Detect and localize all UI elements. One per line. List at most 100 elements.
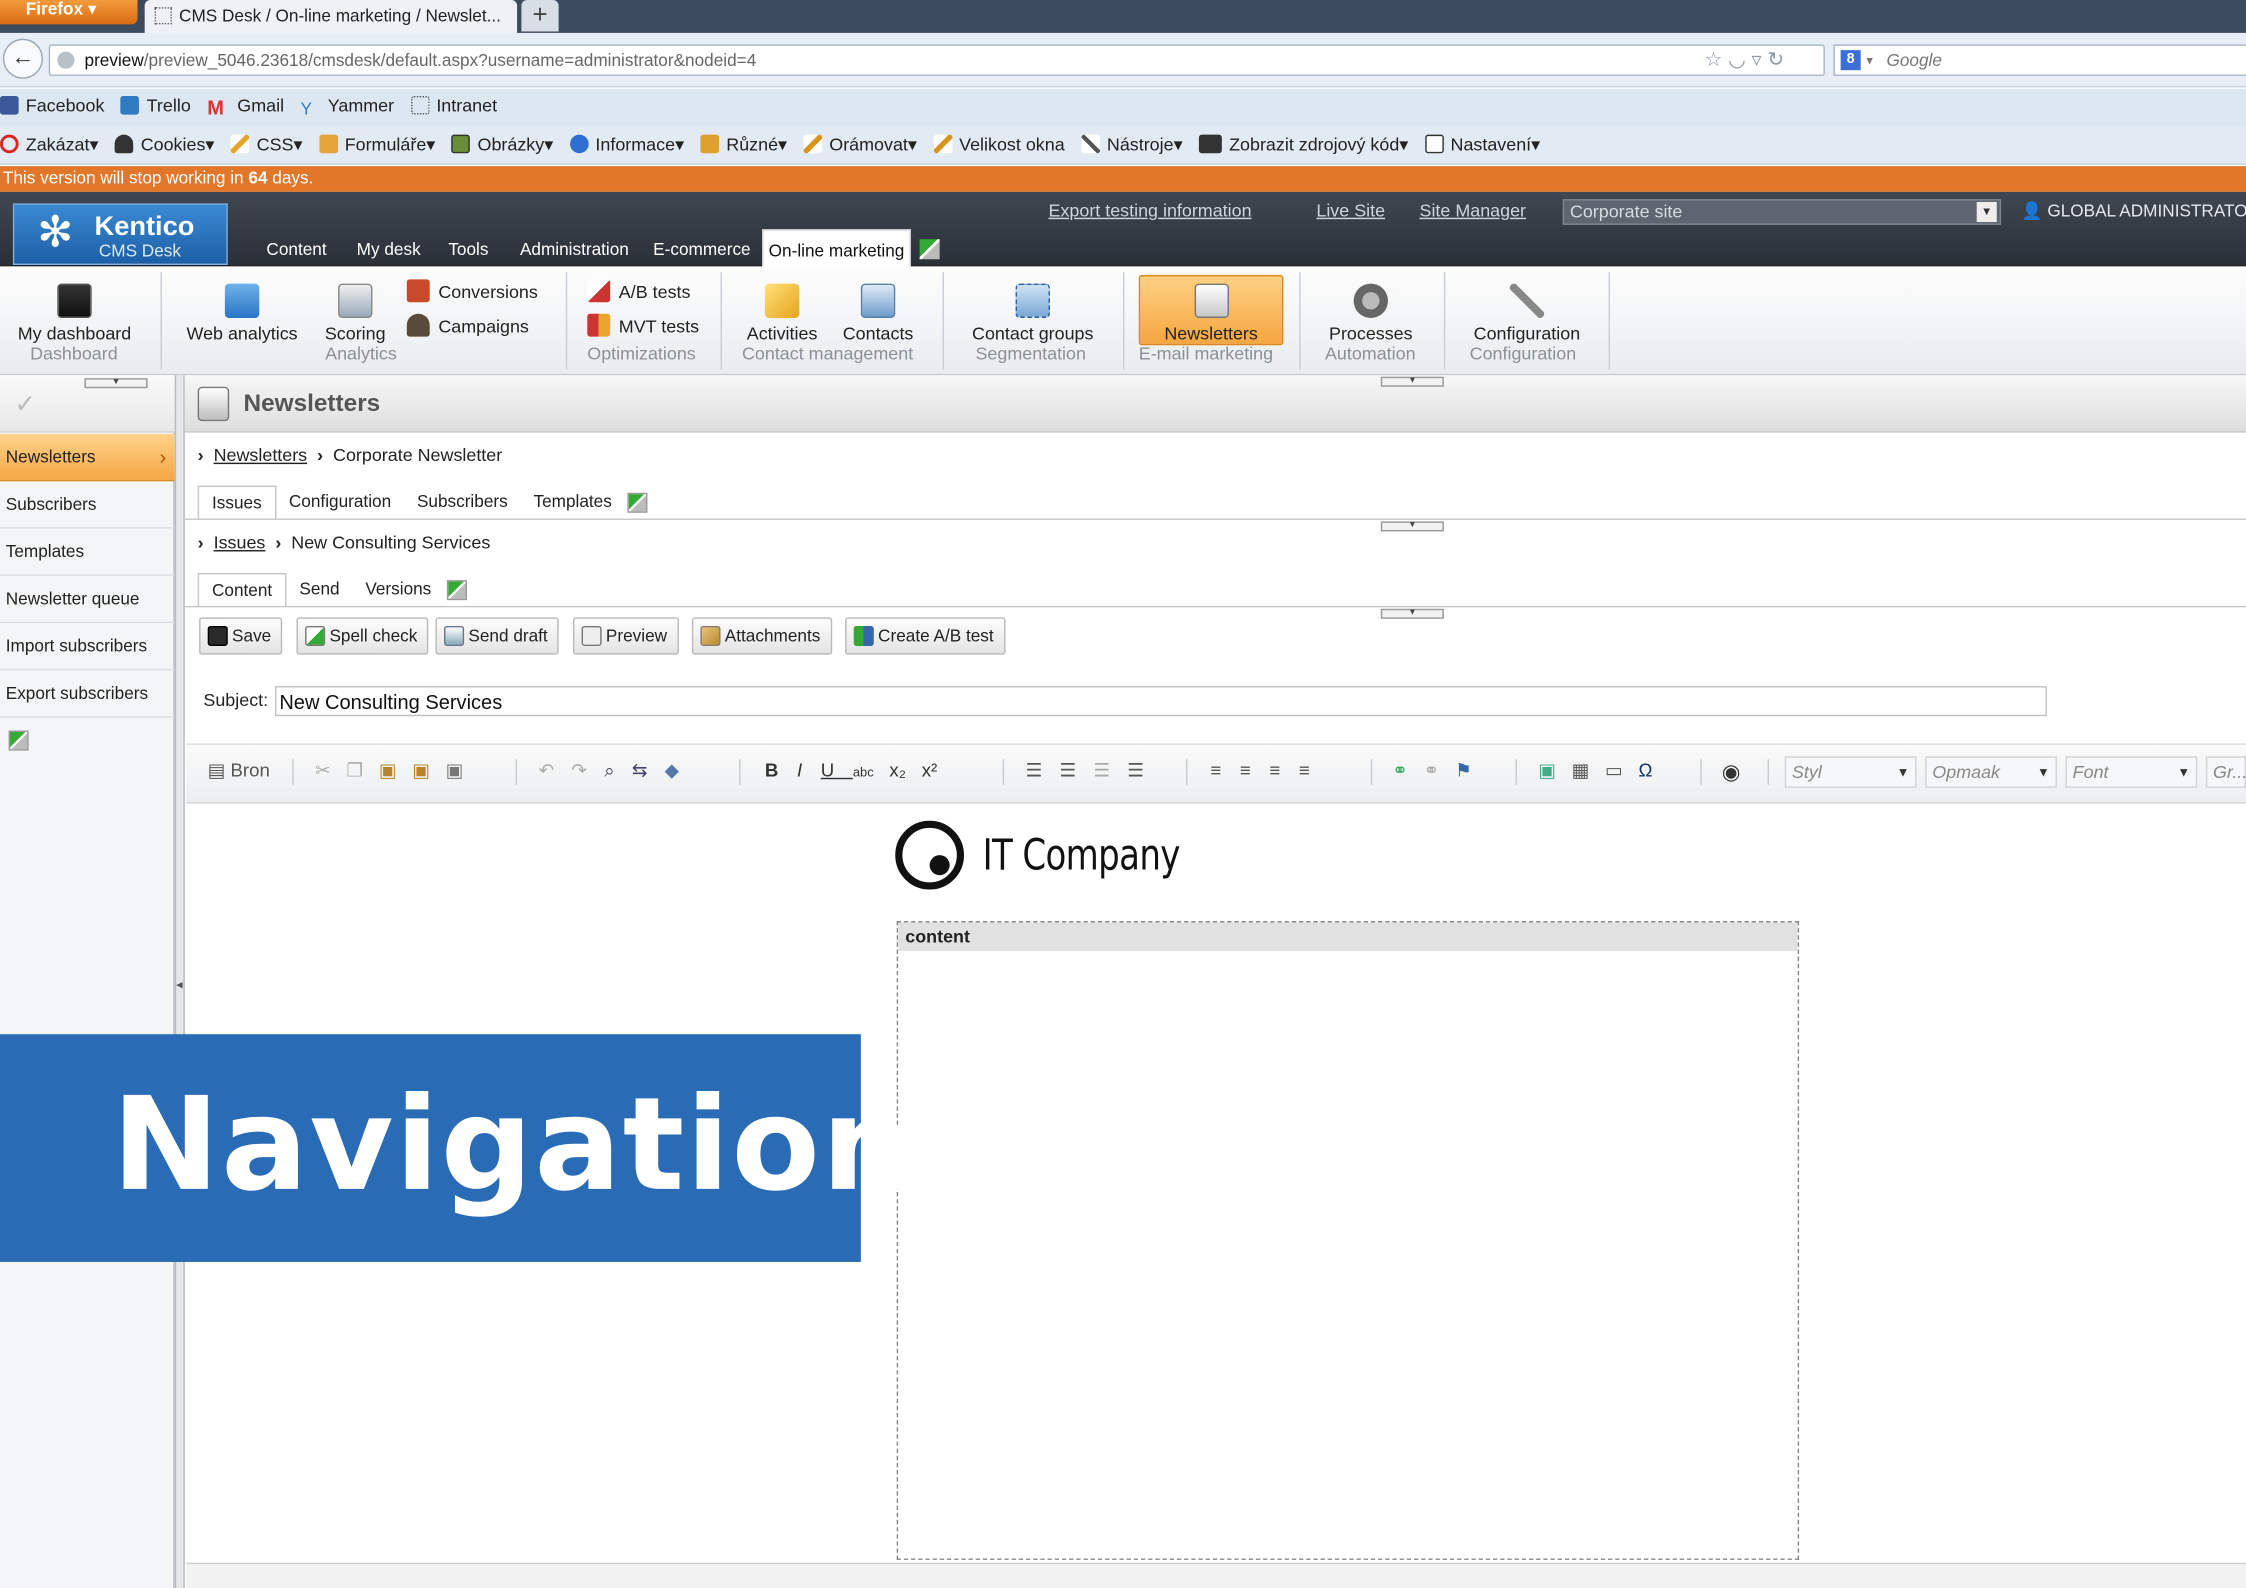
dev-forms-menu[interactable]: Formuláře▾ xyxy=(318,126,435,165)
unlink-icon[interactable]: ⚭ xyxy=(1424,759,1455,780)
sidebar-item-subscribers[interactable]: Subscribers xyxy=(0,481,175,529)
align-center-icon[interactable]: ≡ xyxy=(1240,759,1269,780)
sidebar-item-newsletter-queue[interactable]: Newsletter queue xyxy=(0,576,175,624)
bookmark-gmail[interactable]: M Gmail xyxy=(207,89,284,125)
panel-splitter[interactable]: ◂ xyxy=(174,375,185,1588)
align-left-icon[interactable]: ≡ xyxy=(1210,759,1239,780)
dev-outline-menu[interactable]: Orámovat▾ xyxy=(803,126,917,165)
special-char-icon[interactable]: Ω xyxy=(1639,759,1669,780)
superscript-icon[interactable]: x² xyxy=(922,759,938,780)
site-manager-link[interactable]: Site Manager xyxy=(1420,201,1527,221)
web-analytics-button[interactable]: Web analytics xyxy=(182,275,302,375)
tab-send[interactable]: Send xyxy=(287,573,353,607)
widget-icon[interactable]: ◉ xyxy=(1722,759,1741,785)
sidebar-item-newsletters[interactable]: Newsletters › xyxy=(0,434,175,482)
create-ab-test-button[interactable]: Create A/B test xyxy=(845,617,1006,655)
breadcrumb-newsletters-link[interactable]: Newsletters xyxy=(214,445,308,465)
edit-tabs-icon[interactable] xyxy=(919,239,940,260)
campaigns-button[interactable]: Campaigns xyxy=(406,313,529,337)
tab-configuration[interactable]: Configuration xyxy=(276,486,404,520)
bullet-list-icon[interactable]: ☰ xyxy=(1059,759,1093,780)
collapse-handle[interactable]: ▼ xyxy=(1380,376,1444,387)
bookmark-star-icon[interactable]: ☆ xyxy=(1705,47,1729,70)
new-tab-button[interactable]: + xyxy=(521,0,559,32)
undo-icon[interactable]: ↶ xyxy=(539,759,572,780)
firefox-menu-button[interactable]: Firefox ▾ xyxy=(0,0,138,25)
collapse-handle[interactable]: ▼ xyxy=(1380,521,1444,532)
dev-css-menu[interactable]: CSS▾ xyxy=(230,126,302,165)
tab-administration[interactable]: Administration xyxy=(520,232,629,265)
dev-info-menu[interactable]: Informace▾ xyxy=(569,126,684,165)
tab-my-desk[interactable]: My desk xyxy=(357,232,421,265)
tab-content[interactable]: Content xyxy=(266,232,326,265)
strikethrough-icon[interactable]: abc xyxy=(853,765,874,779)
address-bar[interactable]: preview/preview_5046.23618/cmsdesk/defau… xyxy=(48,44,1825,76)
sidebar-item-export-subscribers[interactable]: Export subscribers xyxy=(0,670,175,718)
search-input[interactable]: 8 ▾ Google xyxy=(1833,44,2246,76)
anchor-flag-icon[interactable]: ⚑ xyxy=(1455,759,1487,780)
bookmark-trello[interactable]: Trello xyxy=(120,89,191,125)
dev-cookies-menu[interactable]: Cookies▾ xyxy=(114,126,214,165)
back-button[interactable]: ← xyxy=(2,38,43,79)
reload-icon[interactable]: ↻ xyxy=(1767,47,1790,70)
link-icon[interactable]: ⚭ xyxy=(1392,759,1423,780)
kentico-logo[interactable]: ✻ Kentico CMS Desk xyxy=(12,203,228,265)
table-icon[interactable]: ▦ xyxy=(1572,759,1605,780)
attachments-button[interactable]: Attachments xyxy=(691,617,832,655)
tab-content[interactable]: Content xyxy=(197,572,287,608)
numbered-list-icon[interactable]: ☰ xyxy=(1026,759,1060,780)
site-selector[interactable]: Corporate site ▼ xyxy=(1562,199,2002,225)
indent-icon[interactable]: ☰ xyxy=(1127,759,1161,780)
breadcrumb-issues-link[interactable]: Issues xyxy=(214,533,266,553)
dev-disable-menu[interactable]: Zakázat▾ xyxy=(0,126,98,165)
pocket-icon[interactable]: ◡ xyxy=(1728,47,1751,70)
preview-button[interactable]: Preview xyxy=(572,617,679,655)
dev-view-source-menu[interactable]: Zobrazit zdrojový kód▾ xyxy=(1199,126,1408,165)
find-icon[interactable]: ⌕ xyxy=(604,759,632,780)
align-right-icon[interactable]: ≡ xyxy=(1269,759,1298,780)
ab-tests-button[interactable]: A/B tests xyxy=(587,279,690,303)
tab-e-commerce[interactable]: E-commerce xyxy=(653,232,750,265)
replace-icon[interactable]: ⇆ xyxy=(632,759,665,780)
paste-text-icon[interactable]: ▣ xyxy=(412,759,445,780)
dev-settings-menu[interactable]: Nastavení▾ xyxy=(1424,126,1540,165)
outdent-icon[interactable]: ☰ xyxy=(1093,759,1127,780)
align-justify-icon[interactable]: ≡ xyxy=(1299,759,1328,780)
subscript-icon[interactable]: x₂ xyxy=(889,759,906,780)
edit-tabs-icon[interactable] xyxy=(444,573,468,607)
edit-sidebar-icon[interactable] xyxy=(8,730,29,751)
tab-tools[interactable]: Tools xyxy=(448,232,488,265)
send-draft-button[interactable]: Send draft xyxy=(435,617,560,655)
bold-icon[interactable]: B xyxy=(765,759,797,780)
dev-misc-menu[interactable]: Různé▾ xyxy=(700,126,787,165)
dev-images-menu[interactable]: Obrázky▾ xyxy=(451,126,553,165)
live-site-link[interactable]: Live Site xyxy=(1316,201,1385,221)
edit-tabs-icon[interactable] xyxy=(625,486,648,520)
subject-input[interactable] xyxy=(275,686,2047,717)
tab-templates[interactable]: Templates xyxy=(521,486,625,520)
dropdown-icon[interactable]: ▿ xyxy=(1752,47,1768,70)
source-button[interactable]: ▤ Bron xyxy=(208,759,270,782)
browser-tab[interactable]: CMS Desk / On-line marketing / Newslet..… xyxy=(144,0,518,33)
sidebar-item-templates[interactable]: Templates xyxy=(0,529,175,576)
dev-resize-menu[interactable]: Velikost okna xyxy=(933,126,1065,165)
save-button[interactable]: Save xyxy=(199,617,283,655)
tab-issues[interactable]: Issues xyxy=(197,485,277,520)
spell-check-button[interactable]: Spell check xyxy=(296,617,429,655)
copy-icon[interactable]: ❐ xyxy=(347,759,379,780)
collapse-handle[interactable]: ▼ xyxy=(84,378,148,389)
user-menu[interactable]: 👤 GLOBAL ADMINISTRATOR xyxy=(2021,201,2246,221)
tab-on-line-marketing[interactable]: On-line marketing xyxy=(762,229,912,268)
underline-icon[interactable]: U xyxy=(821,759,853,780)
italic-icon[interactable]: I xyxy=(797,759,821,780)
bookmark-intranet[interactable]: Intranet xyxy=(410,89,497,125)
image-icon[interactable]: ▣ xyxy=(1538,759,1571,780)
tab-versions[interactable]: Versions xyxy=(352,573,444,607)
horizontal-line-icon[interactable]: ▭ xyxy=(1605,759,1638,780)
paste-word-icon[interactable]: ▣ xyxy=(446,759,479,780)
mvt-tests-button[interactable]: MVT tests xyxy=(587,313,699,337)
paste-icon[interactable]: ▣ xyxy=(379,759,412,780)
remove-format-icon[interactable]: ◆ xyxy=(665,759,697,780)
conversions-button[interactable]: Conversions xyxy=(406,279,538,303)
cut-icon[interactable]: ✂ xyxy=(315,759,346,780)
